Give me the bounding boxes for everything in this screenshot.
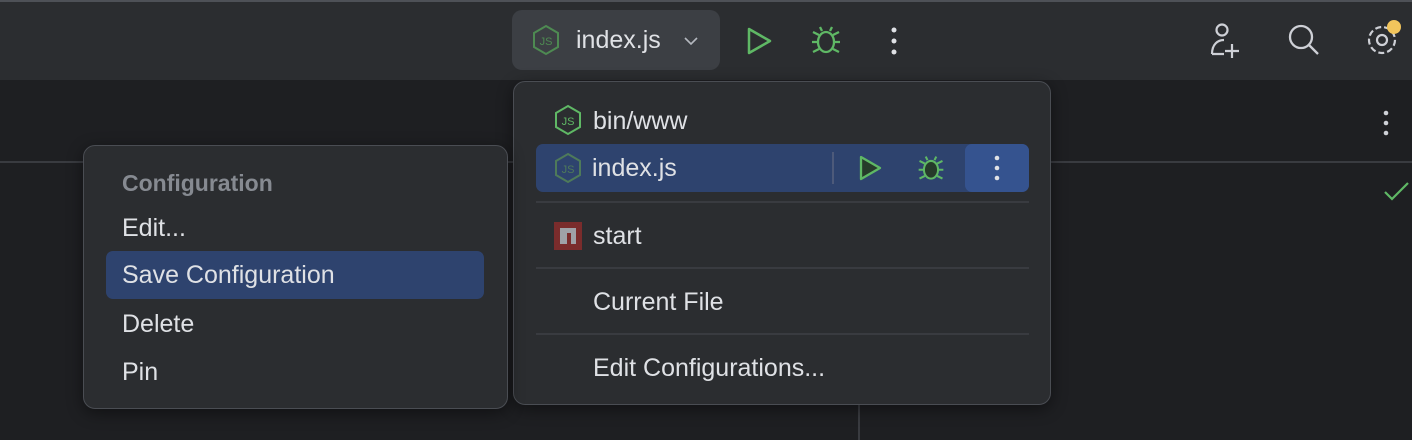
check-icon (1382, 178, 1412, 204)
chevron-down-icon (682, 32, 700, 50)
svg-text:JS: JS (562, 116, 575, 128)
menu-item-edit[interactable]: Edit... (122, 213, 186, 243)
play-icon[interactable] (742, 24, 776, 58)
more-vertical-icon[interactable] (882, 24, 906, 58)
run-configurations-popup: JS bin/www JS index.js start Current Fil… (513, 81, 1051, 405)
svg-text:JS: JS (540, 36, 553, 48)
separator (536, 201, 1029, 203)
menu-item-save-configuration[interactable]: Save Configuration (106, 251, 484, 299)
nodejs-icon: JS (530, 24, 562, 56)
menu-item-pin[interactable]: Pin (122, 357, 158, 387)
menu-item-current-file[interactable]: Current File (593, 287, 724, 317)
nodejs-icon: JS (552, 104, 584, 136)
gear-icon[interactable] (1362, 18, 1406, 62)
separator (536, 333, 1029, 335)
menu-item-label: index.js (592, 154, 677, 182)
bug-icon[interactable] (808, 23, 844, 57)
menu-item-edit-configurations[interactable]: Edit Configurations... (593, 353, 825, 383)
menu-item-label: bin/www (593, 107, 688, 135)
separator (832, 152, 834, 184)
menu-item-delete[interactable]: Delete (122, 309, 194, 339)
more-vertical-icon[interactable] (1374, 106, 1398, 140)
nodejs-icon: JS (552, 152, 584, 184)
npm-icon (554, 222, 582, 250)
menu-item-label: Save Configuration (122, 261, 335, 289)
menu-item-index-js[interactable]: JS index.js (536, 144, 1029, 192)
more-vertical-icon[interactable] (965, 144, 1029, 192)
menu-item-label: start (593, 222, 642, 250)
svg-text:JS: JS (562, 164, 575, 176)
menu-header: Configuration (122, 170, 273, 196)
separator (536, 267, 1029, 269)
bug-icon[interactable] (914, 152, 948, 184)
search-icon[interactable] (1284, 20, 1324, 60)
add-user-icon[interactable] (1204, 20, 1244, 60)
run-config-label: index.js (576, 26, 661, 54)
run-configuration-selector[interactable]: JS index.js (512, 10, 720, 70)
configuration-context-menu: Configuration Edit... Save Configuration… (83, 145, 508, 409)
play-icon[interactable] (854, 152, 886, 184)
